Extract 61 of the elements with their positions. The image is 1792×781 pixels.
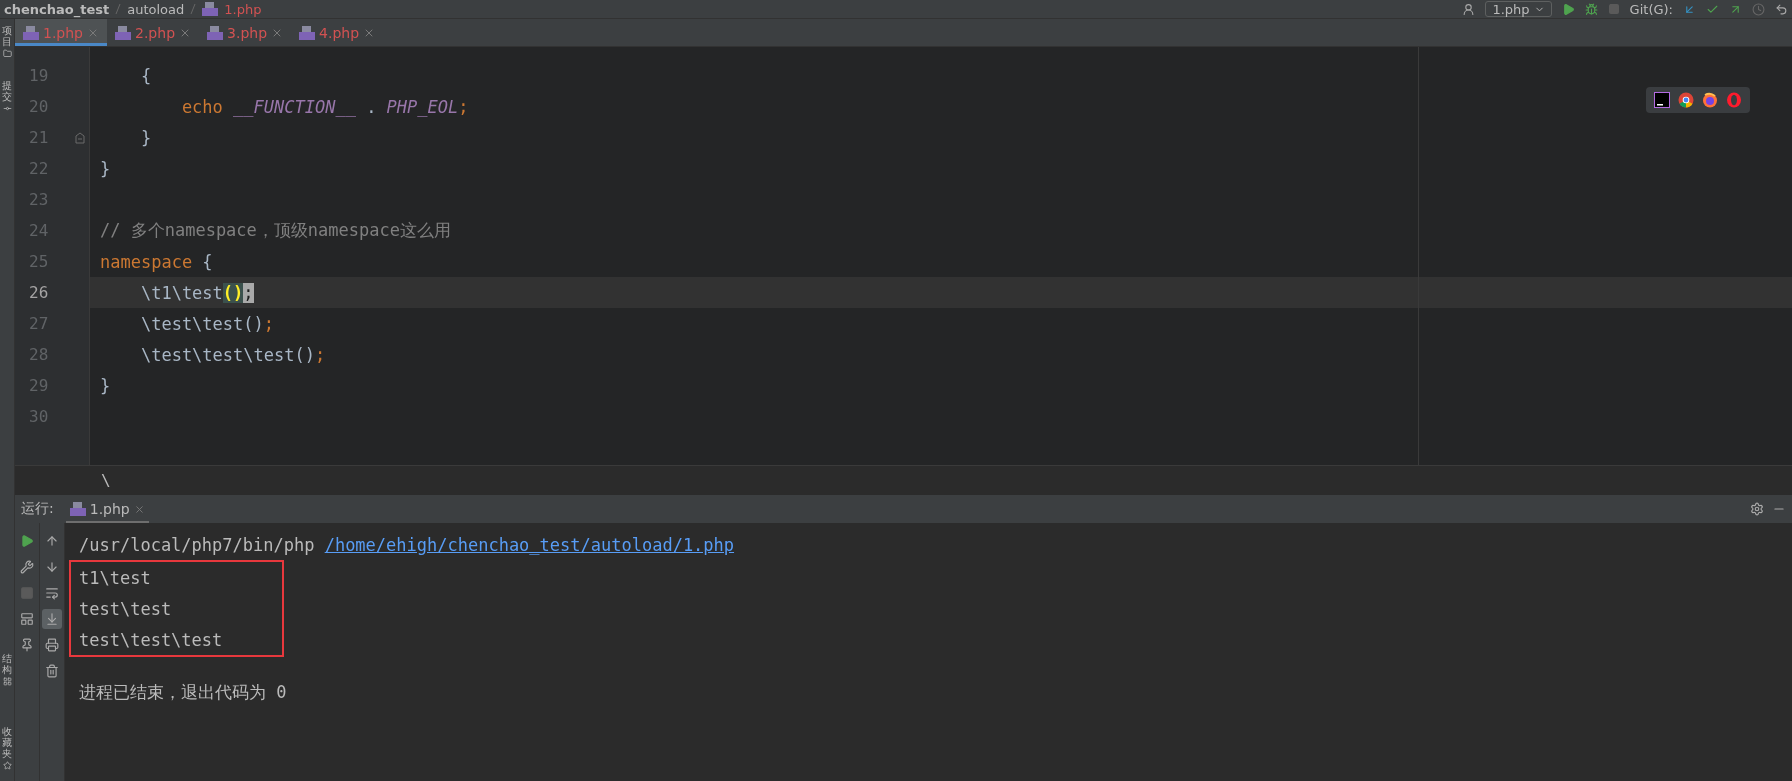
user-icon[interactable] <box>1462 2 1476 16</box>
commit-icon <box>2 104 12 113</box>
code-token: { <box>139 65 152 86</box>
side-panel-label[interactable]: 收藏夹 <box>2 726 12 759</box>
undo-icon[interactable] <box>1775 2 1788 16</box>
scroll-to-end-icon[interactable] <box>42 609 62 629</box>
code-token: } <box>100 375 111 396</box>
run-config-dropdown[interactable]: 1.php <box>1485 1 1552 17</box>
ide-app-icon[interactable] <box>1654 92 1670 108</box>
close-icon[interactable] <box>133 503 145 515</box>
php-file-icon <box>69 502 86 516</box>
bug-icon[interactable] <box>1584 2 1598 16</box>
code-token: namespace <box>100 251 193 272</box>
php-file-icon <box>202 2 219 16</box>
star-icon <box>2 761 12 770</box>
code-token: // 多个namespace，顶级namespace这么用 <box>100 219 451 242</box>
browser-icon[interactable] <box>1702 92 1718 108</box>
side-panel-label[interactable]: 项目 <box>2 25 12 47</box>
code-token: ; <box>263 313 274 334</box>
settings-icon[interactable] <box>1750 502 1764 516</box>
console-output: t1\test <box>79 567 151 588</box>
php-file-icon <box>207 25 224 40</box>
file-link[interactable]: /home/ehigh/chenchao_test/autoload/1.php <box>324 534 735 555</box>
run-panel-title: 运行: <box>21 500 54 518</box>
history-icon[interactable] <box>1752 2 1765 16</box>
code-token: . <box>365 96 378 117</box>
code-token: ; <box>458 96 469 117</box>
git-label: Git(G): <box>1629 1 1673 17</box>
code-token: \t1\test <box>139 282 223 303</box>
code-token: echo <box>180 96 224 117</box>
code-token: { <box>201 251 213 272</box>
php-file-icon <box>23 25 39 40</box>
console-command: /usr/local/php7/bin/php <box>79 534 315 555</box>
code-token: ; <box>243 282 254 303</box>
path-separator-icon <box>115 3 122 15</box>
code-token: () <box>222 282 244 303</box>
side-panel-label[interactable]: 提交 <box>2 80 12 102</box>
fold-icon[interactable] <box>75 131 85 144</box>
php-file-icon <box>115 25 131 40</box>
code-breadcrumb[interactable]: \ <box>101 471 111 490</box>
code-token: } <box>139 127 152 148</box>
run-icon[interactable] <box>1561 2 1575 16</box>
code-token: ; <box>314 344 326 365</box>
path-separator-icon <box>190 3 197 15</box>
breadcrumb-item[interactable]: autoload <box>127 1 185 17</box>
exit-message: 进程已结束，退出代码为 0 <box>79 681 287 704</box>
code-token: PHP_EOL <box>386 96 459 117</box>
folder-icon <box>2 49 12 58</box>
code-token: } <box>100 158 111 179</box>
browser-icon[interactable] <box>1678 92 1694 108</box>
side-panel-label[interactable]: 结构 <box>2 653 12 675</box>
breadcrumb-item[interactable]: chenchao_test <box>4 1 110 17</box>
structure-icon <box>2 677 12 686</box>
line-number: 26 <box>29 283 49 302</box>
code-token: __FUNCTION__ <box>233 96 356 117</box>
code-token: \test\test\test() <box>139 344 315 365</box>
console-output: test\test\test <box>79 629 223 650</box>
console-output: test\test <box>79 598 172 619</box>
run-tab[interactable]: 1.php <box>65 495 149 523</box>
code-token: \test\test() <box>139 313 264 334</box>
php-file-icon <box>299 25 316 40</box>
